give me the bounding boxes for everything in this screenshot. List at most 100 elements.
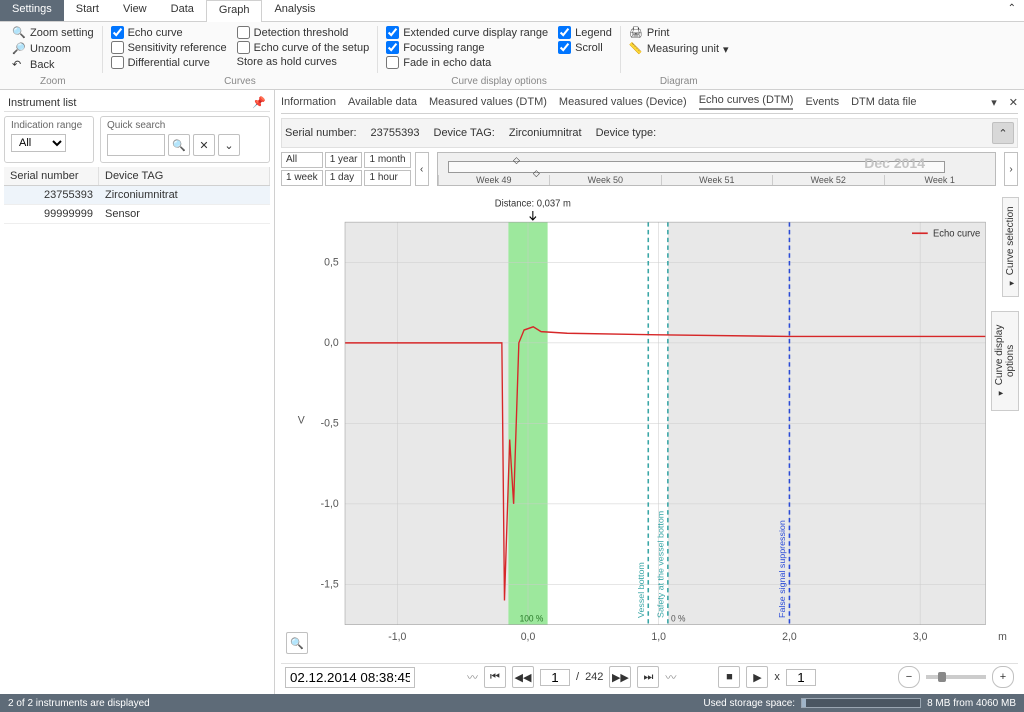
last-icon[interactable]: ⏭: [637, 666, 659, 688]
table-row[interactable]: 23755393 Zirconiumnitrat: [4, 186, 270, 205]
stop-icon[interactable]: ■: [718, 666, 740, 688]
collapse-header-icon[interactable]: ⌃: [992, 122, 1014, 144]
expand-icon[interactable]: ⌄: [218, 134, 240, 156]
zoom-setting-button[interactable]: 🔍 Zoom setting: [12, 26, 94, 40]
week-label: Week 52: [772, 175, 883, 185]
svg-text:Safety at the vessel bottom: Safety at the vessel bottom: [656, 511, 666, 618]
tab-settings[interactable]: Settings: [0, 0, 64, 21]
cb-fade-echo[interactable]: Fade in echo data: [386, 56, 548, 69]
time-all[interactable]: All: [281, 152, 323, 168]
storage-value: 8 MB from 4060 MB: [927, 698, 1016, 709]
row-sn: 23755393: [4, 186, 99, 204]
tab-analysis[interactable]: Analysis: [262, 0, 327, 21]
timeline-next[interactable]: ›: [1004, 152, 1018, 186]
timeline-prev[interactable]: ‹: [415, 152, 429, 186]
unit-label: Measuring unit: [647, 43, 719, 55]
tab-start[interactable]: Start: [64, 0, 111, 21]
play-icon[interactable]: ▶: [746, 666, 768, 688]
zoom-slider[interactable]: [926, 675, 986, 679]
time-month[interactable]: 1 month: [364, 152, 410, 168]
prev-curve-icon[interactable]: 〰: [467, 669, 478, 685]
unzoom-label: Unzoom: [30, 43, 71, 55]
clear-icon[interactable]: ✕: [193, 134, 215, 156]
cb-detection[interactable]: Detection threshold: [237, 26, 370, 39]
position-total: 242: [585, 671, 603, 683]
svg-text:False signal suppression: False signal suppression: [777, 520, 787, 618]
subtab-echo[interactable]: Echo curves (DTM): [699, 94, 794, 110]
cb-focus-label: Focussing range: [403, 42, 484, 54]
quick-search-input[interactable]: [107, 134, 165, 156]
cb-extended-range[interactable]: Extended curve display range: [386, 26, 548, 39]
cb-echo-curve[interactable]: Echo curve: [111, 26, 227, 39]
tab-graph[interactable]: Graph: [206, 0, 263, 22]
subtab-available[interactable]: Available data: [348, 96, 417, 108]
hdr-type-lbl: Device type:: [596, 127, 657, 139]
speed-field[interactable]: [786, 669, 816, 686]
back-button[interactable]: ↶Back: [12, 58, 94, 72]
cb-det-label: Detection threshold: [254, 27, 349, 39]
time-day[interactable]: 1 day: [325, 170, 363, 186]
col-serial[interactable]: Serial number: [4, 167, 99, 185]
measuring-unit-button[interactable]: 📏Measuring unit ▾: [629, 42, 729, 56]
chart-area[interactable]: 0,50,0-0,5-1,0-1,5-1,00,01,02,03,0mVVess…: [281, 190, 1018, 659]
timeline[interactable]: ◇ ◇ Dec 2014 Week 49 Week 50 Week 51 Wee…: [437, 152, 996, 186]
subtab-mv-dev[interactable]: Measured values (Device): [559, 96, 687, 108]
subtab-dtmfile[interactable]: DTM data file: [851, 96, 916, 108]
position-field[interactable]: [540, 669, 570, 686]
ruler-icon: 📏: [629, 42, 643, 56]
collapse-ribbon-icon[interactable]: ⌃: [1000, 0, 1024, 21]
next-curve-icon[interactable]: 〰: [665, 669, 676, 685]
unzoom-button[interactable]: 🔎 Unzoom: [12, 42, 94, 56]
subtab-close-icon[interactable]: ✕: [1009, 96, 1018, 109]
subtab-events[interactable]: Events: [805, 96, 839, 108]
back-icon: ↶: [12, 58, 26, 72]
svg-text:-1,0: -1,0: [388, 631, 406, 643]
zoom-setting-label: Zoom setting: [30, 27, 94, 39]
group-zoom-label: Zoom: [4, 76, 102, 87]
status-left: 2 of 2 instruments are displayed: [8, 698, 150, 709]
cb-legend[interactable]: Legend: [558, 26, 612, 39]
print-label: Print: [647, 27, 670, 39]
tab-view[interactable]: View: [111, 0, 159, 21]
subtab-info[interactable]: Information: [281, 96, 336, 108]
storage-label: Used storage space:: [703, 698, 795, 709]
hdr-tag-lbl: Device TAG:: [434, 127, 495, 139]
indication-range-select[interactable]: All: [11, 134, 66, 152]
zoom-setting-icon: 🔍: [12, 26, 26, 40]
step-back-icon[interactable]: ◀◀: [512, 666, 534, 688]
subtab-mv-dtm[interactable]: Measured values (DTM): [429, 96, 547, 108]
cb-setup-label: Echo curve of the setup: [254, 42, 370, 54]
step-fwd-icon[interactable]: ▶▶: [609, 666, 631, 688]
zoom-out-icon[interactable]: −: [898, 666, 920, 688]
cb-setup-echo[interactable]: Echo curve of the setup: [237, 41, 370, 54]
side-curve-options[interactable]: ◂ Curve display options: [991, 311, 1019, 411]
indication-legend: Indication range: [11, 120, 87, 131]
table-row[interactable]: 99999999 Sensor: [4, 205, 270, 224]
col-tag[interactable]: Device TAG: [99, 167, 270, 185]
search-icon[interactable]: 🔍: [168, 134, 190, 156]
week-label: Week 50: [549, 175, 660, 185]
svg-text:1,0: 1,0: [651, 631, 666, 643]
timestamp-field[interactable]: [285, 667, 415, 688]
side-curve-selection[interactable]: ◂ Curve selection: [1002, 197, 1019, 297]
cb-differential[interactable]: Differential curve: [111, 56, 227, 69]
time-year[interactable]: 1 year: [325, 152, 363, 168]
tab-data[interactable]: Data: [159, 0, 206, 21]
timeline-month-label: Dec 2014: [864, 155, 925, 171]
handle-top-icon[interactable]: ◇: [513, 155, 520, 166]
print-button[interactable]: 🖨Print: [629, 26, 729, 40]
time-week[interactable]: 1 week: [281, 170, 323, 186]
unzoom-icon: 🔎: [12, 42, 26, 56]
cb-sensitivity[interactable]: Sensitivity reference: [111, 41, 227, 54]
first-icon[interactable]: ⏮: [484, 666, 506, 688]
zoom-in-icon[interactable]: +: [992, 666, 1014, 688]
subtab-menu-icon[interactable]: ▾: [991, 96, 997, 109]
svg-text:-0,5: -0,5: [321, 417, 339, 429]
pin-icon[interactable]: 📌: [252, 96, 266, 109]
time-hour[interactable]: 1 hour: [364, 170, 410, 186]
echo-chart: 0,50,0-0,5-1,0-1,5-1,00,01,02,03,0mVVess…: [282, 191, 1017, 658]
cb-focus-range[interactable]: Focussing range: [386, 41, 548, 54]
store-hold-button[interactable]: Store as hold curves: [237, 56, 370, 68]
chart-zoom-icon[interactable]: 🔍: [286, 632, 308, 654]
cb-scroll[interactable]: Scroll: [558, 41, 612, 54]
